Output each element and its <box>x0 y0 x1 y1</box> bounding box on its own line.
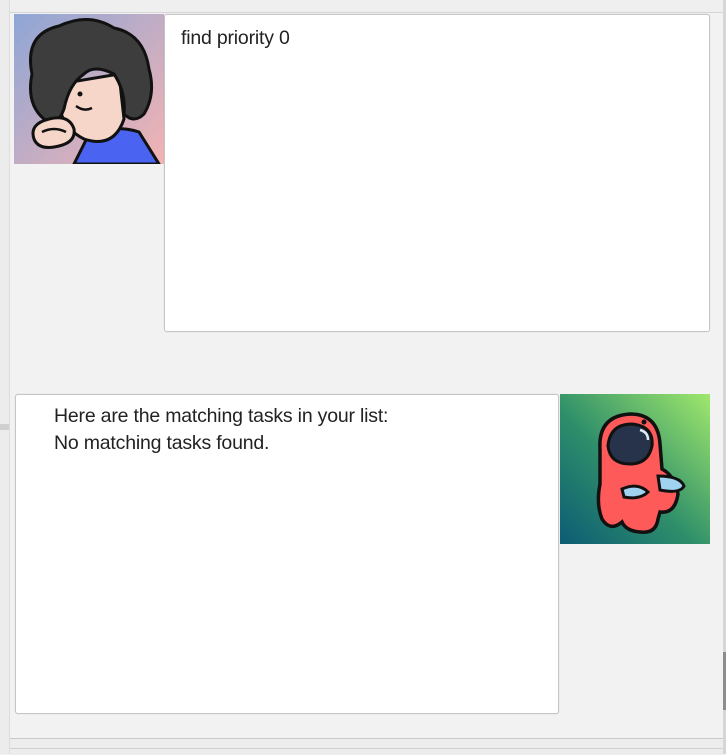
bot-message-line-1: Here are the matching tasks in your list… <box>54 405 389 427</box>
bot-message-line-2: No matching tasks found. <box>54 432 270 454</box>
user-cartoon-avatar-icon <box>14 14 164 164</box>
chat-top-edge <box>10 0 723 13</box>
bot-message-bubble: Here are the matching tasks in your list… <box>15 394 559 714</box>
window-left-border-inner <box>9 0 10 754</box>
red-crewmate-avatar-icon <box>560 394 710 544</box>
left-border-notch <box>0 424 9 430</box>
user-message-bubble: find priority 0 <box>164 14 710 332</box>
user-message-text: find priority 0 <box>181 27 290 49</box>
window-bottom-divider <box>10 748 723 749</box>
bot-avatar <box>560 394 710 544</box>
user-avatar <box>14 14 164 164</box>
window-bottom-bar <box>10 738 723 755</box>
